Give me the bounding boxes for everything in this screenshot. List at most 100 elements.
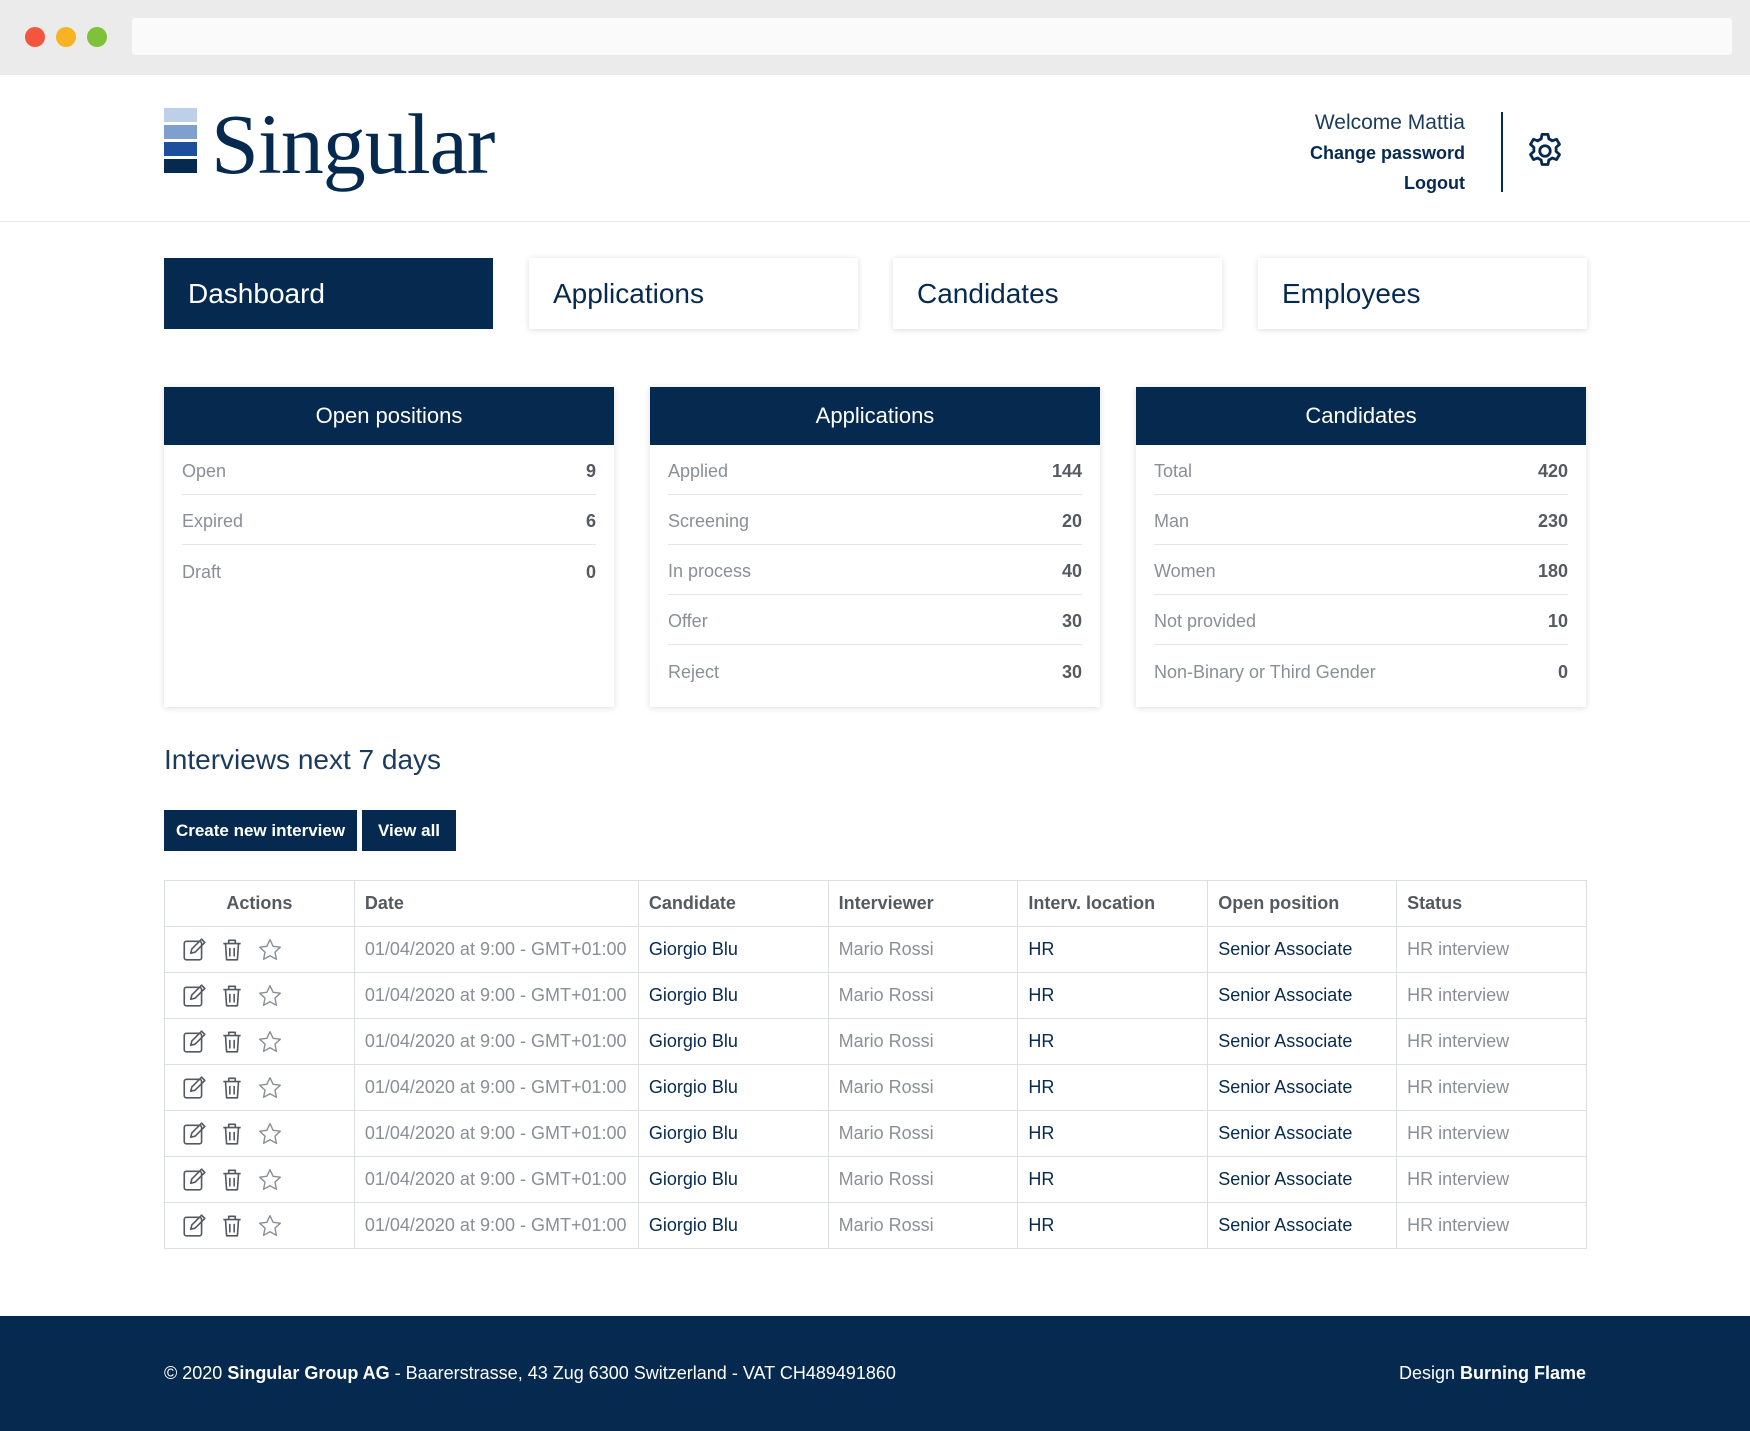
star-icon[interactable] xyxy=(257,983,283,1009)
cell-open-position[interactable]: Senior Associate xyxy=(1207,1156,1398,1203)
cell-candidate[interactable]: Giorgio Blu xyxy=(637,1202,829,1249)
footer-copyright: © 2020 Singular Group AG - Baarerstrasse… xyxy=(164,1363,896,1384)
edit-icon[interactable] xyxy=(181,983,207,1009)
logout-link[interactable]: Logout xyxy=(1310,168,1465,198)
cell-candidate[interactable]: Giorgio Blu xyxy=(637,972,829,1019)
stat-label: Draft xyxy=(182,561,222,582)
trash-icon[interactable] xyxy=(219,1167,245,1193)
cell-location: HR xyxy=(1017,1110,1209,1157)
trash-icon[interactable] xyxy=(219,1075,245,1101)
row-actions xyxy=(164,1202,355,1249)
stat-label: Applied xyxy=(668,461,729,481)
star-icon[interactable] xyxy=(257,1213,283,1239)
cell-candidate[interactable]: Giorgio Blu xyxy=(637,1018,829,1065)
footer-credit: Design Burning Flame xyxy=(1399,1363,1586,1384)
column-header-location[interactable]: Interv. location xyxy=(1017,880,1209,927)
stat-label: Expired xyxy=(182,511,244,531)
column-header-date[interactable]: Date xyxy=(353,880,639,927)
star-icon[interactable] xyxy=(257,1121,283,1147)
edit-icon[interactable] xyxy=(181,1121,207,1147)
gear-icon[interactable] xyxy=(1524,130,1566,172)
column-header-candidate[interactable]: Candidate xyxy=(637,880,829,927)
edit-icon[interactable] xyxy=(181,937,207,963)
trash-icon[interactable] xyxy=(219,1121,245,1147)
browser-chrome xyxy=(0,0,1750,75)
cell-open-position[interactable]: Senior Associate xyxy=(1207,1202,1398,1249)
trash-icon[interactable] xyxy=(219,937,245,963)
row-actions xyxy=(164,926,355,973)
cell-interviewer: Mario Rossi xyxy=(827,1202,1019,1249)
stat-row: In process 40 xyxy=(668,545,1082,595)
cell-date: 01/04/2020 at 9:00 - GMT+01:00 xyxy=(353,972,639,1019)
star-icon[interactable] xyxy=(257,1167,283,1193)
stat-row: Not provided 10 xyxy=(1154,595,1568,645)
edit-icon[interactable] xyxy=(181,1029,207,1055)
cell-location: HR xyxy=(1017,1156,1209,1203)
column-header-interviewer[interactable]: Interviewer xyxy=(827,880,1019,927)
cell-candidate[interactable]: Giorgio Blu xyxy=(637,1064,829,1111)
window-minimize-button[interactable] xyxy=(56,27,76,47)
star-icon[interactable] xyxy=(257,1029,283,1055)
row-actions xyxy=(164,1110,355,1157)
cell-open-position[interactable]: Senior Associate xyxy=(1207,972,1398,1019)
interviews-title: Interviews next 7 days xyxy=(164,744,442,775)
trash-icon[interactable] xyxy=(219,1213,245,1239)
column-header-status[interactable]: Status xyxy=(1396,880,1587,927)
change-password-link[interactable]: Change password xyxy=(1310,138,1465,168)
cell-candidate[interactable]: Giorgio Blu xyxy=(637,926,829,973)
card-title: Applications xyxy=(650,387,1100,445)
window-close-button[interactable] xyxy=(25,27,45,47)
tab-applications[interactable]: Applications xyxy=(529,258,858,329)
address-bar[interactable] xyxy=(132,18,1732,55)
cell-open-position[interactable]: Senior Associate xyxy=(1207,926,1398,973)
tab-dashboard[interactable]: Dashboard xyxy=(164,258,493,329)
stat-label: Offer xyxy=(668,611,708,631)
cell-status: HR interview xyxy=(1396,926,1587,973)
welcome-text: Welcome Mattia xyxy=(1314,111,1465,134)
cell-date: 01/04/2020 at 9:00 - GMT+01:00 xyxy=(353,1064,639,1111)
stat-row: Offer 30 xyxy=(668,595,1082,645)
cell-open-position[interactable]: Senior Associate xyxy=(1207,1018,1398,1065)
stat-row: Draft 0 xyxy=(182,545,596,595)
open-positions-card: Open positions Open 9 Expired 6 Draft 0 xyxy=(164,387,614,707)
edit-icon[interactable] xyxy=(181,1167,207,1193)
edit-icon[interactable] xyxy=(181,1213,207,1239)
column-header-open-position[interactable]: Open position xyxy=(1207,880,1398,927)
cell-date: 01/04/2020 at 9:00 - GMT+01:00 xyxy=(353,926,639,973)
cell-interviewer: Mario Rossi xyxy=(827,1064,1019,1111)
trash-icon[interactable] xyxy=(219,983,245,1009)
stat-label: Total xyxy=(1154,461,1193,481)
table-row: 01/04/2020 at 9:00 - GMT+01:00 Giorgio Bl… xyxy=(164,1018,1587,1065)
stat-value: 30 xyxy=(1061,661,1082,682)
cell-candidate[interactable]: Giorgio Blu xyxy=(637,1156,829,1203)
edit-icon[interactable] xyxy=(181,1075,207,1101)
stat-label: Not provided xyxy=(1154,611,1257,631)
star-icon[interactable] xyxy=(257,937,283,963)
window-maximize-button[interactable] xyxy=(87,27,107,47)
company-address: - Baarerstrasse, 43 Zug 6300 Switzerland… xyxy=(389,1363,896,1383)
cell-interviewer: Mario Rossi xyxy=(827,926,1019,973)
column-header-actions[interactable]: Actions xyxy=(164,880,355,927)
card-title: Candidates xyxy=(1136,387,1586,445)
stat-label: Man xyxy=(1154,511,1190,531)
cell-open-position[interactable]: Senior Associate xyxy=(1207,1064,1398,1111)
stat-value: 230 xyxy=(1537,511,1568,531)
trash-icon[interactable] xyxy=(219,1029,245,1055)
cell-candidate[interactable]: Giorgio Blu xyxy=(637,1110,829,1157)
table-row: 01/04/2020 at 9:00 - GMT+01:00 Giorgio Bl… xyxy=(164,1110,1587,1157)
stat-label: Screening xyxy=(668,511,750,531)
tab-employees[interactable]: Employees xyxy=(1258,258,1587,329)
star-icon[interactable] xyxy=(257,1075,283,1101)
site-footer: © 2020 Singular Group AG - Baarerstrasse… xyxy=(0,1316,1750,1431)
stat-label: Open xyxy=(182,461,227,481)
cell-status: HR interview xyxy=(1396,972,1587,1019)
tab-candidates[interactable]: Candidates xyxy=(893,258,1222,329)
stat-value: 0 xyxy=(1557,661,1568,682)
cell-open-position[interactable]: Senior Associate xyxy=(1207,1110,1398,1157)
stat-value: 0 xyxy=(585,561,596,582)
create-interview-button[interactable]: Create new interview xyxy=(164,810,357,851)
logo[interactable]: Singular xyxy=(164,101,495,195)
view-all-button[interactable]: View all xyxy=(362,810,456,851)
stat-value: 20 xyxy=(1061,511,1082,531)
designer-link[interactable]: Burning Flame xyxy=(1460,1363,1586,1383)
